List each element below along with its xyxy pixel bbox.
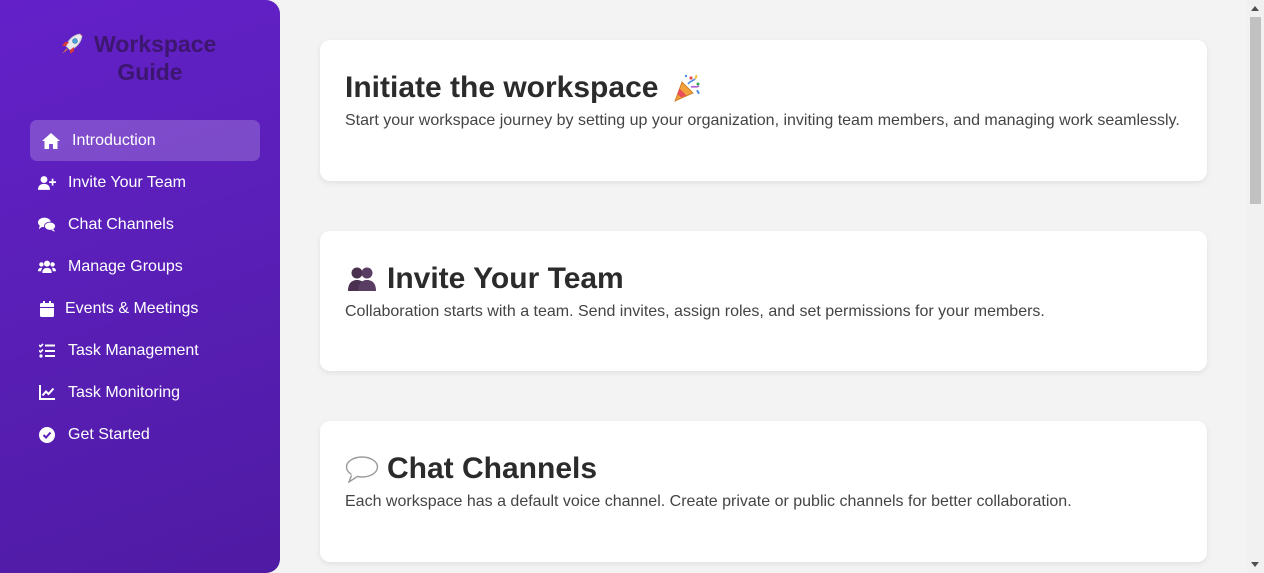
sidebar-item-label: Get Started (68, 425, 150, 443)
sidebar-item-chat-channels[interactable]: Chat Channels (30, 204, 260, 245)
users-icon (38, 258, 56, 276)
sidebar-item-label: Manage Groups (68, 257, 183, 275)
rocket-icon (58, 30, 86, 58)
brand: Workspace Guide (58, 30, 238, 86)
brand-title: Workspace Guide (94, 31, 217, 85)
sidebar-item-label: Events & Meetings (65, 299, 199, 317)
sidebar-item-label: Introduction (72, 131, 156, 149)
sidebar-item-introduction[interactable]: Introduction (30, 120, 260, 161)
card-heading: Invite Your Team (345, 259, 1207, 299)
speech-balloon-icon (345, 452, 379, 486)
card-heading: Initiate the workspace (345, 68, 1207, 108)
card-title: Invite Your Team (387, 262, 624, 295)
sidebar-item-label: Invite Your Team (68, 173, 187, 191)
user-plus-icon (38, 174, 56, 192)
scroll-thumb[interactable] (1250, 17, 1261, 204)
scrollbar[interactable] (1247, 0, 1264, 573)
busts-icon (345, 262, 379, 296)
sidebar-item-label: Task Monitoring (68, 383, 181, 401)
scroll-up-arrow-icon[interactable] (1251, 6, 1259, 11)
card-initiate-workspace: Initiate the workspace Start your worksp… (320, 40, 1207, 181)
card-invite-your-team: Invite Your Team Collaboration starts wi… (320, 231, 1207, 371)
card-description: Each workspace has a default voice chann… (345, 493, 1072, 510)
home-icon (42, 132, 60, 150)
card-chat-channels: Chat Channels Each workspace has a defau… (320, 421, 1207, 562)
sidebar-item-task-monitoring[interactable]: Task Monitoring (30, 372, 260, 413)
sidebar-item-invite-your-team[interactable]: Invite Your Team (30, 162, 260, 203)
list-check-icon (38, 342, 56, 360)
card-description: Start your workspace journey by setting … (345, 112, 1180, 129)
sidebar: Workspace Guide Introduction Invite Your… (0, 0, 280, 573)
sidebar-item-label: Chat Channels (68, 215, 174, 233)
card-title: Chat Channels (387, 452, 598, 485)
comments-icon (38, 216, 56, 234)
card-description: Collaboration starts with a team. Send i… (345, 303, 1045, 320)
sidebar-item-get-started[interactable]: Get Started (30, 414, 260, 455)
chart-line-icon (38, 384, 56, 402)
sidebar-item-manage-groups[interactable]: Manage Groups (30, 246, 260, 287)
sidebar-item-task-management[interactable]: Task Management (30, 330, 260, 371)
check-circle-icon (38, 426, 56, 444)
sidebar-item-events-meetings[interactable]: Events & Meetings (30, 288, 260, 329)
card-title: Initiate the workspace (345, 71, 659, 104)
card-heading: Chat Channels (345, 449, 1207, 489)
sidebar-item-label: Task Management (68, 341, 199, 359)
party-popper-icon (670, 71, 704, 105)
scroll-down-arrow-icon[interactable] (1251, 562, 1259, 567)
sidebar-nav: Introduction Invite Your Team Chat Chann… (30, 120, 260, 456)
calendar-icon (38, 300, 56, 318)
